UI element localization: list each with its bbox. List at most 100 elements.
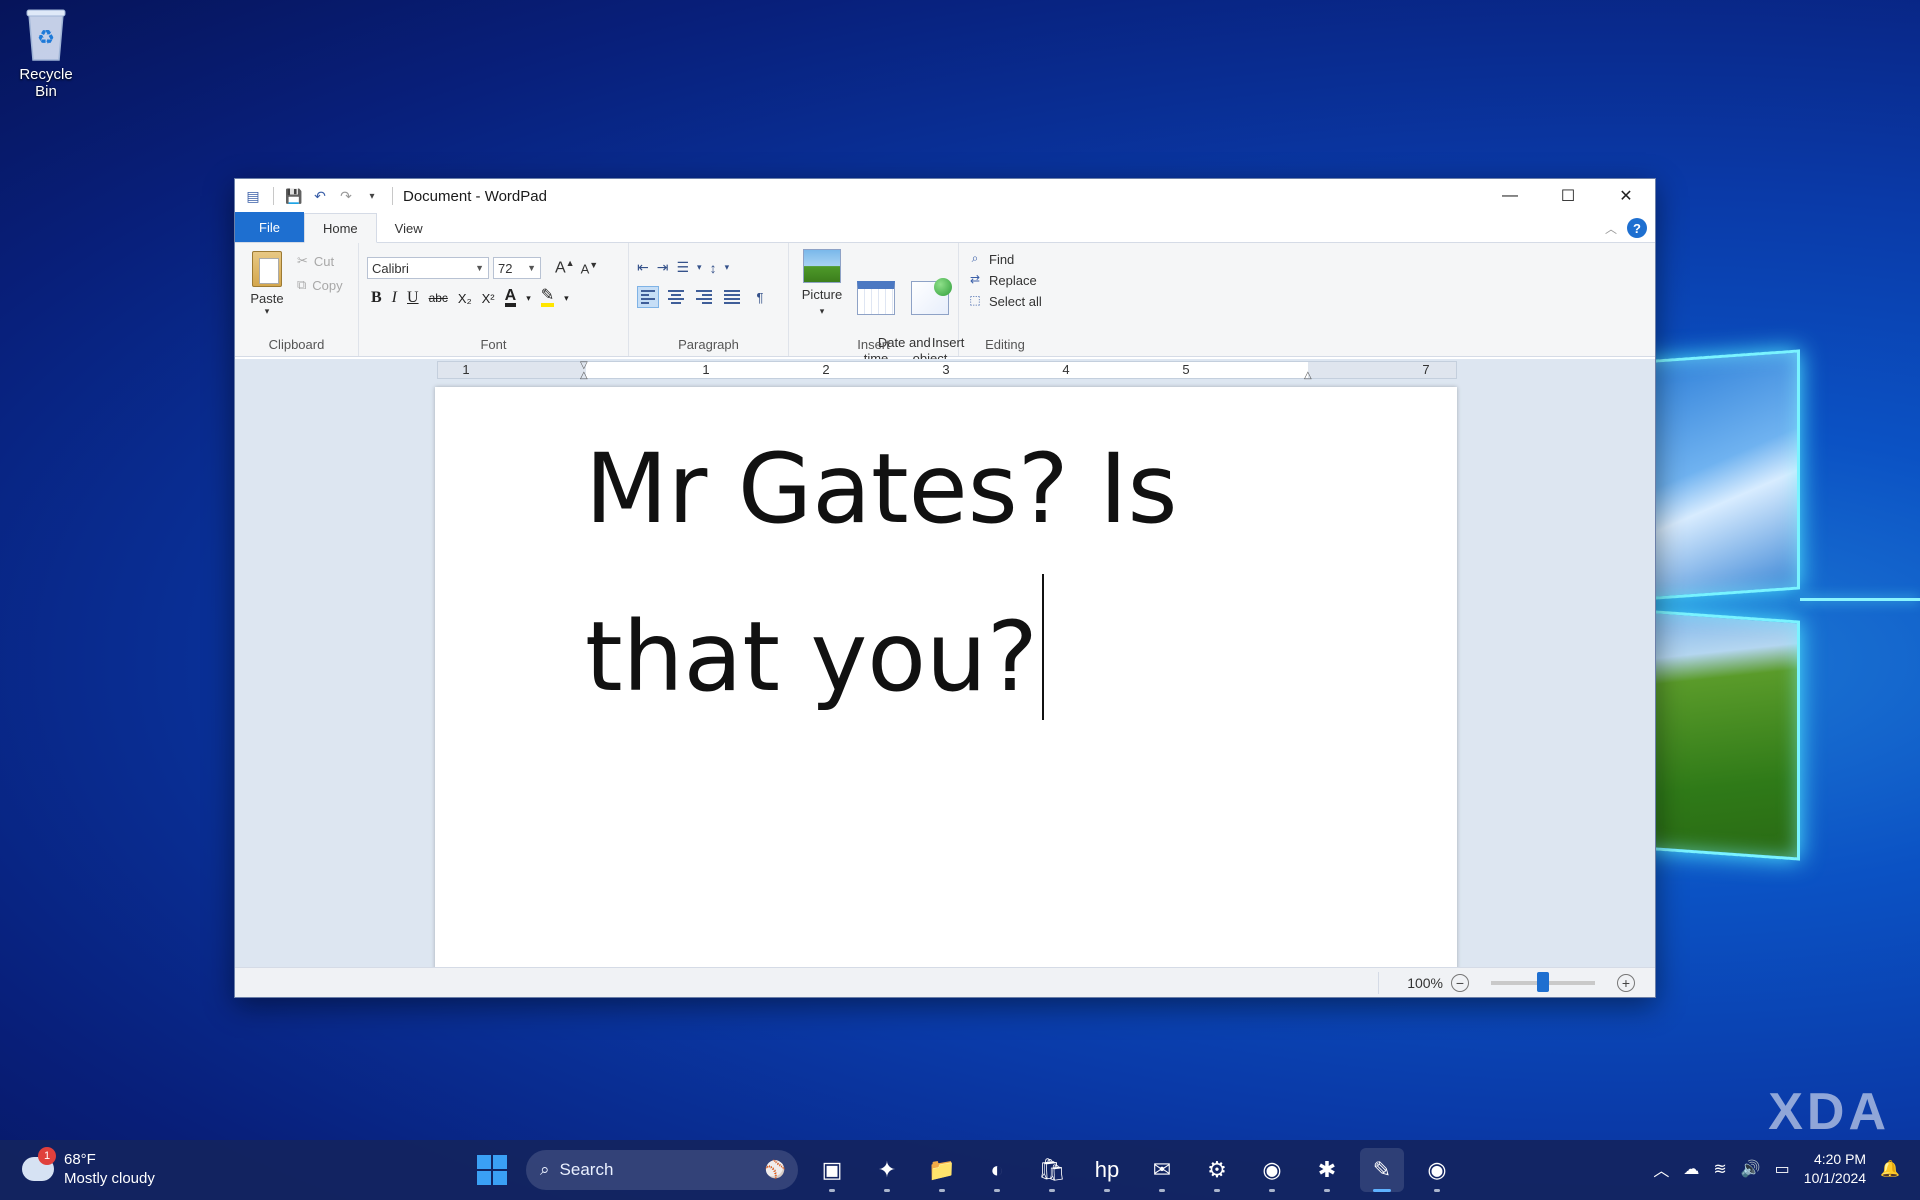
document-page[interactable]: Mr Gates? Is that you? bbox=[435, 387, 1457, 967]
start-button[interactable] bbox=[470, 1148, 514, 1192]
save-icon[interactable]: 💾 bbox=[284, 186, 304, 206]
font-size-value: 72 bbox=[498, 260, 513, 276]
format-row: B I U abc X₂ X² A ▾ ✎ ▾ bbox=[367, 288, 620, 307]
copilot-icon: ✦ bbox=[877, 1157, 897, 1182]
font-family-select[interactable]: Calibri ▼ bbox=[367, 257, 489, 279]
find-button[interactable]: ⌕ Find bbox=[967, 251, 1043, 267]
insert-group-label: Insert bbox=[857, 337, 890, 352]
ruler-number: 2 bbox=[822, 362, 830, 377]
align-right-button[interactable] bbox=[693, 286, 715, 308]
taskbar-app-outlook[interactable]: ✉ bbox=[1140, 1148, 1184, 1192]
collapse-ribbon-icon[interactable]: ︿ bbox=[1605, 220, 1617, 237]
picture-button[interactable]: Picture ▾ bbox=[795, 249, 849, 319]
tab-file[interactable]: File bbox=[235, 212, 304, 242]
tab-view[interactable]: View bbox=[377, 214, 441, 242]
paste-dropdown-icon[interactable]: ▾ bbox=[247, 306, 287, 317]
zoom-slider[interactable] bbox=[1491, 971, 1595, 992]
align-center-button[interactable] bbox=[665, 286, 687, 308]
chrome-2-icon: ◉ bbox=[1427, 1157, 1447, 1182]
taskbar-search[interactable]: ⌕ Search ⚾ bbox=[526, 1150, 798, 1190]
subscript-button[interactable]: X₂ bbox=[458, 291, 472, 306]
ruler[interactable]: 1 1 2 3 4 5 7 ▽ △ △ bbox=[437, 360, 1457, 381]
qat-separator bbox=[392, 187, 393, 205]
highlight-dropdown-icon[interactable]: ▾ bbox=[564, 293, 569, 304]
taskbar-app-wordpad[interactable]: ✎ bbox=[1360, 1148, 1404, 1192]
wifi-icon[interactable]: ≋ bbox=[1713, 1159, 1726, 1179]
font-color-button[interactable]: A bbox=[504, 288, 517, 307]
close-button[interactable]: ✕ bbox=[1597, 179, 1655, 213]
paste-button[interactable]: Paste ▾ bbox=[247, 251, 287, 317]
wordpad-app-icon[interactable]: ▤ bbox=[243, 186, 263, 206]
text-caret bbox=[1041, 574, 1044, 720]
help-button[interactable]: ? bbox=[1627, 218, 1647, 238]
redo-icon[interactable]: ↷ bbox=[336, 186, 356, 206]
grow-font-button[interactable]: A▲ bbox=[555, 258, 575, 277]
chrome-icon: ◉ bbox=[1262, 1157, 1282, 1182]
tab-home[interactable]: Home bbox=[303, 213, 377, 243]
taskbar-app-myhp[interactable]: hp bbox=[1085, 1148, 1129, 1192]
scissors-icon: ✂ bbox=[297, 253, 308, 268]
chevron-up-icon[interactable]: ︿ bbox=[1653, 1157, 1669, 1181]
system-tray: ︿ ☁ ≋ 🔊 ▭ 4:20 PM 10/1/2024 🔔 bbox=[1653, 1150, 1900, 1188]
recycle-bin-desktop-icon[interactable]: ♻ Recycle Bin bbox=[8, 6, 84, 100]
select-all-button[interactable]: ⬚ Select all bbox=[967, 293, 1043, 309]
right-indent-marker[interactable]: △ bbox=[1304, 370, 1312, 381]
strikethrough-button[interactable]: abc bbox=[429, 291, 448, 305]
font-color-dropdown-icon[interactable]: ▾ bbox=[526, 293, 531, 304]
search-placeholder: Search bbox=[559, 1160, 614, 1179]
volume-icon[interactable]: 🔊 bbox=[1741, 1159, 1761, 1179]
cut-button[interactable]: ✂ Cut bbox=[297, 253, 343, 269]
taskbar-app-task-view[interactable]: ▣ bbox=[810, 1148, 854, 1192]
shrink-font-button[interactable]: A▼ bbox=[581, 260, 599, 276]
bold-button[interactable]: B bbox=[371, 289, 382, 307]
title-bar: ▤ 💾 ↶ ↷ ▾ Document - WordPad — ☐ ✕ bbox=[235, 179, 1655, 213]
customize-qat-icon[interactable]: ▾ bbox=[362, 186, 382, 206]
italic-button[interactable]: I bbox=[392, 289, 397, 307]
ruler-number: 1 bbox=[462, 362, 470, 377]
chevron-down-icon: ▼ bbox=[527, 263, 536, 273]
calendar-clock-icon bbox=[857, 281, 895, 315]
cut-label: Cut bbox=[313, 253, 335, 269]
battery-icon[interactable]: ▭ bbox=[1775, 1159, 1790, 1179]
taskbar-app-slack[interactable]: ✱ bbox=[1305, 1148, 1349, 1192]
zoom-in-button[interactable]: + bbox=[1617, 973, 1635, 992]
bullets-icon[interactable]: ☰ bbox=[676, 259, 689, 276]
picture-dropdown-icon: ▾ bbox=[819, 306, 825, 316]
zoom-out-button[interactable]: − bbox=[1451, 973, 1469, 992]
line-spacing-icon[interactable]: ↕ bbox=[710, 260, 717, 276]
copy-button[interactable]: ⧉ Copy bbox=[297, 277, 343, 293]
increase-indent-icon[interactable]: ⇥ bbox=[657, 259, 669, 276]
font-size-select[interactable]: 72 ▼ bbox=[493, 257, 541, 279]
wallpaper-glow-line bbox=[1800, 598, 1920, 601]
onedrive-icon[interactable]: ☁ bbox=[1683, 1159, 1699, 1179]
align-left-button[interactable] bbox=[637, 286, 659, 308]
font-family-value: Calibri bbox=[372, 260, 409, 276]
taskbar-app-edge[interactable]: ◐ bbox=[975, 1148, 1019, 1192]
superscript-button[interactable]: X² bbox=[482, 291, 495, 306]
document-text[interactable]: Mr Gates? Is that you? bbox=[585, 405, 1178, 741]
replace-button[interactable]: ⇄ Replace bbox=[967, 272, 1043, 288]
shrink-font-icon: A bbox=[580, 261, 590, 277]
taskbar-app-file-explorer[interactable]: 📁 bbox=[920, 1148, 964, 1192]
highlight-color-button[interactable]: ✎ bbox=[540, 288, 555, 307]
taskbar-app-copilot[interactable]: ✦ bbox=[865, 1148, 909, 1192]
bullets-dropdown-icon[interactable]: ▾ bbox=[697, 262, 702, 273]
maximize-button[interactable]: ☐ bbox=[1539, 179, 1597, 213]
underline-button[interactable]: U bbox=[407, 289, 419, 307]
undo-icon[interactable]: ↶ bbox=[310, 186, 330, 206]
chevron-down-icon: ▼ bbox=[475, 263, 484, 273]
minimize-button[interactable]: — bbox=[1481, 179, 1539, 213]
clock[interactable]: 4:20 PM 10/1/2024 bbox=[1804, 1150, 1866, 1188]
line-spacing-dropdown-icon[interactable]: ▾ bbox=[725, 262, 730, 273]
taskbar-app-chrome[interactable]: ◉ bbox=[1250, 1148, 1294, 1192]
taskbar-app-chrome-2[interactable]: ◉ bbox=[1415, 1148, 1459, 1192]
zoom-slider-thumb[interactable] bbox=[1537, 971, 1549, 992]
taskbar-app-microsoft-store[interactable]: 🛍 bbox=[1030, 1148, 1074, 1192]
taskbar-app-steam[interactable]: ⚙ bbox=[1195, 1148, 1239, 1192]
notification-bell-icon[interactable]: 🔔 bbox=[1880, 1159, 1900, 1179]
paragraph-settings-icon[interactable]: ¶ bbox=[749, 286, 771, 308]
justify-button[interactable] bbox=[721, 286, 743, 308]
weather-widget[interactable]: 1 68°F Mostly cloudy bbox=[22, 1147, 155, 1188]
decrease-indent-icon[interactable]: ⇤ bbox=[637, 259, 649, 276]
left-indent-marker[interactable]: △ bbox=[580, 370, 588, 381]
